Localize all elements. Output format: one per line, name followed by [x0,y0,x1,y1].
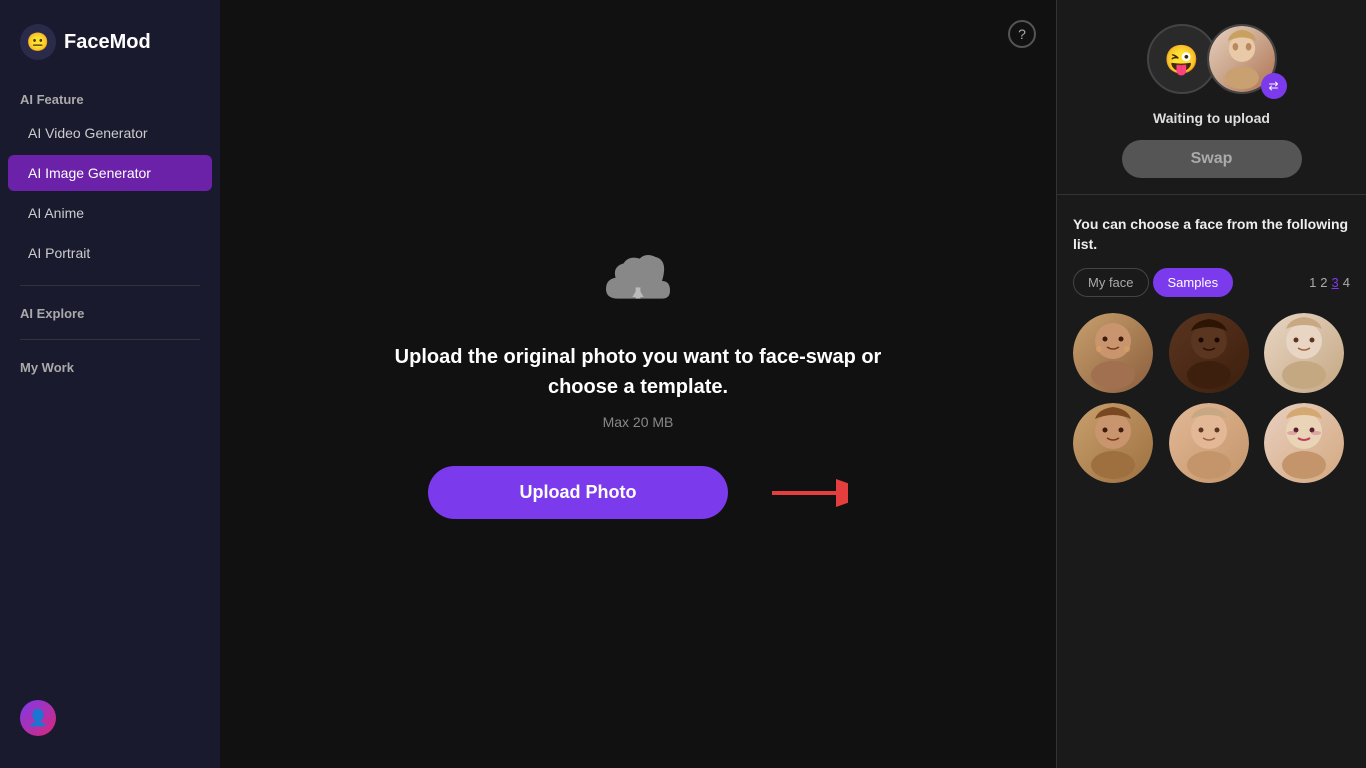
face-img-6 [1264,403,1344,483]
face-page-numbers: 1 2 3 4 [1309,275,1350,290]
upload-area: ? Upload the original photo you want to … [220,0,1056,768]
sidebar-divider-1 [20,285,200,286]
logo: 😐 FaceMod [0,16,220,84]
arrow-indicator [768,473,848,513]
logo-icon: 😐 [20,24,56,60]
cloud-upload-icon [598,249,678,314]
page-4[interactable]: 4 [1343,275,1350,290]
help-icon[interactable]: ? [1008,20,1036,48]
sidebar: 😐 FaceMod AI Feature AI Video Generator … [0,0,220,768]
upload-subtitle: Max 20 MB [603,414,674,430]
face-img-4 [1073,403,1153,483]
sidebar-item-ai-anime[interactable]: AI Anime [8,195,212,231]
face-avatars: 😜 ⇄ [1147,24,1277,94]
sidebar-item-ai-video-generator[interactable]: AI Video Generator [8,115,212,151]
face-img-5 [1169,403,1249,483]
face-item-1[interactable] [1073,313,1153,393]
face-grid [1073,313,1350,483]
logo-emoji: 😐 [27,32,49,53]
sidebar-item-ai-portrait[interactable]: AI Portrait [8,235,212,271]
swap-badge-icon: ⇄ [1261,73,1287,99]
my-face-tab[interactable]: My face [1073,268,1149,297]
waiting-text: Waiting to upload [1153,110,1270,126]
help-question-mark: ? [1018,26,1026,42]
face-tabs: My face Samples 1 2 3 4 [1073,268,1350,297]
upload-btn-row: Upload Photo [428,466,848,519]
ai-explore-section-title: AI Explore [0,298,220,327]
upload-title: Upload the original photo you want to fa… [388,342,888,402]
face-swap-preview: 😜 ⇄ Waiting to upload [1057,0,1366,195]
face-item-4[interactable] [1073,403,1153,483]
ai-feature-section-title: AI Feature [0,84,220,113]
face-img-2 [1169,313,1249,393]
my-work-section-title: My Work [0,352,220,381]
samples-tab[interactable]: Samples [1153,268,1234,297]
sidebar-divider-2 [20,339,200,340]
face-item-2[interactable] [1169,313,1249,393]
right-panel: 😜 ⇄ Waiting to upload [1056,0,1366,768]
face-item-6[interactable] [1264,403,1344,483]
sidebar-footer: 👤 [0,684,220,752]
page-2[interactable]: 2 [1320,275,1327,290]
page-1[interactable]: 1 [1309,275,1316,290]
face-img-1 [1073,313,1153,393]
sidebar-item-ai-image-generator[interactable]: AI Image Generator [8,155,212,191]
face-img-3 [1264,313,1344,393]
page-3[interactable]: 3 [1332,275,1339,290]
face-list-section: You can choose a face from the following… [1057,195,1366,503]
main-content: ? Upload the original photo you want to … [220,0,1366,768]
logo-text: FaceMod [64,31,151,54]
face-item-5[interactable] [1169,403,1249,483]
face-list-title: You can choose a face from the following… [1073,215,1350,254]
swap-button[interactable]: Swap [1122,140,1302,178]
upload-photo-button[interactable]: Upload Photo [428,466,728,519]
face-item-3[interactable] [1264,313,1344,393]
user-avatar[interactable]: 👤 [20,700,56,736]
